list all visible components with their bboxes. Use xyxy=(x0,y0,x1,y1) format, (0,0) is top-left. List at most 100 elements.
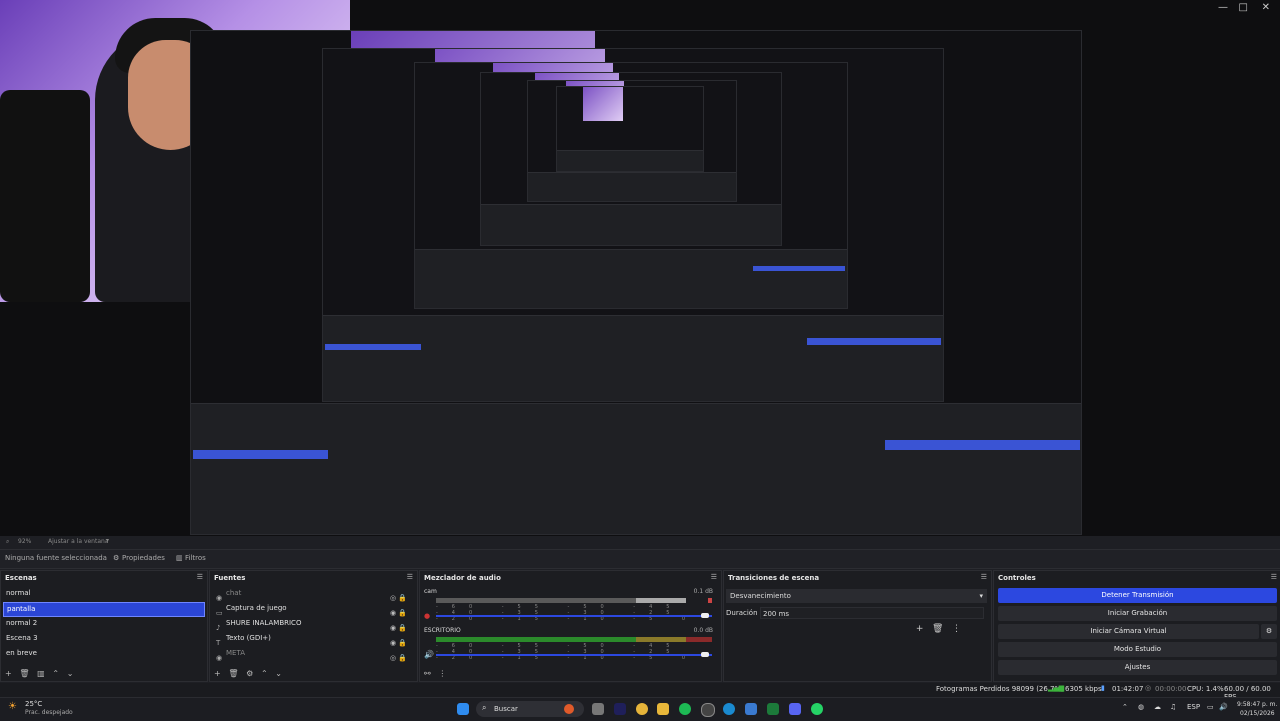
add-icon[interactable]: + xyxy=(916,624,924,634)
volume-knob[interactable] xyxy=(701,613,709,618)
chevron-down-icon[interactable]: ⌄ xyxy=(67,669,74,678)
zoom-level[interactable]: 92% xyxy=(18,538,31,545)
window-minimize-icon[interactable]: — xyxy=(1218,2,1228,13)
chevron-down-icon[interactable]: ▾ xyxy=(106,537,109,544)
store-icon[interactable] xyxy=(745,703,757,715)
chevron-up-icon[interactable]: ⌃ xyxy=(52,669,59,678)
dock-menu-icon[interactable]: ☰ xyxy=(1271,573,1277,581)
premiere-icon[interactable] xyxy=(614,703,626,715)
scenes-dock: Escenas ☰ normal pantalla normal 2 Escen… xyxy=(0,570,208,682)
properties-bar: Ninguna fuente seleccionada ⚙ Propiedade… xyxy=(0,549,1280,569)
duration-field[interactable]: 200 ms xyxy=(760,607,984,619)
sources-title: Fuentes xyxy=(214,574,246,582)
source-item[interactable]: Captura de juego xyxy=(212,602,415,615)
tray-app-icon[interactable]: ◍ xyxy=(1138,703,1144,711)
dock-menu-icon[interactable]: ☰ xyxy=(407,573,413,581)
windows-start-icon[interactable] xyxy=(457,703,469,715)
scene-item[interactable]: normal 2 xyxy=(3,617,205,630)
nested-dock xyxy=(557,150,703,171)
more-icon[interactable]: ⋮ xyxy=(438,669,446,678)
link-icon[interactable]: ⚯ xyxy=(424,669,431,678)
mic-icon[interactable]: ♫ xyxy=(1170,703,1176,711)
transitions-dock: Transiciones de escena ☰ Desvanecimiento… xyxy=(723,570,992,682)
gear-icon[interactable]: ⚙ xyxy=(246,669,253,678)
scene-item[interactable]: normal xyxy=(3,587,205,600)
stop-stream-button[interactable]: Detener Transmisión xyxy=(998,588,1277,603)
window-maximize-icon[interactable]: □ xyxy=(1239,2,1248,13)
nested-button xyxy=(885,440,1080,450)
obs-icon[interactable] xyxy=(701,703,715,717)
nested-dock xyxy=(323,315,943,401)
fit-window-dropdown[interactable]: Ajustar a la ventana xyxy=(48,538,109,545)
weather-desc[interactable]: Prac. despejado xyxy=(25,709,73,716)
chevron-up-icon[interactable]: ⌃ xyxy=(1122,703,1128,711)
volume-knob[interactable] xyxy=(701,652,709,657)
scene-item[interactable]: Escena 3 xyxy=(3,632,205,645)
trash-icon[interactable]: 🗑 xyxy=(932,624,943,634)
scenes-title: Escenas xyxy=(5,574,37,582)
transition-toolbar: + 🗑 ⋮ xyxy=(916,624,961,634)
filter-icon[interactable]: ▥ xyxy=(37,669,45,678)
weather-icon[interactable]: ☀ xyxy=(8,701,17,712)
clock-date[interactable]: 02/15/2026 xyxy=(1240,710,1275,717)
discord-icon[interactable] xyxy=(789,703,801,715)
properties-button[interactable]: Propiedades xyxy=(122,554,165,562)
chrome-icon[interactable] xyxy=(636,703,648,715)
studio-mode-button[interactable]: Modo Estudio xyxy=(998,642,1277,657)
source-item[interactable]: chat xyxy=(212,587,415,600)
weather-temp[interactable]: 25°C xyxy=(25,700,42,708)
no-source-label: Ninguna fuente seleccionada xyxy=(5,554,107,562)
volume-slider[interactable] xyxy=(436,654,712,656)
start-virtual-cam-button[interactable]: Iniciar Cámara Virtual xyxy=(998,624,1259,639)
filters-button[interactable]: Filtros xyxy=(185,554,206,562)
clock-time[interactable]: 9:58:47 p. m. xyxy=(1237,701,1277,708)
terminal-icon[interactable] xyxy=(767,703,779,715)
nested-dock xyxy=(191,403,1081,534)
transition-select[interactable]: Desvanecimiento ▾ xyxy=(726,589,987,603)
search-box[interactable]: ⌕ Buscar xyxy=(476,701,584,717)
file-explorer-icon[interactable] xyxy=(657,703,669,715)
source-item[interactable]: Texto (GDI+) xyxy=(212,632,415,645)
dock-menu-icon[interactable]: ☰ xyxy=(711,573,717,581)
start-recording-button[interactable]: Iniciar Grabación xyxy=(998,606,1277,621)
zoom-icon: ⌕ xyxy=(6,538,10,545)
spotify-icon[interactable] xyxy=(679,703,691,715)
gear-icon[interactable]: ⚙ xyxy=(1261,624,1277,639)
status-bar: Fotogramas Perdidos 98099 (26.7%) ▂▄▆ 63… xyxy=(0,683,1280,701)
preview-zoom-bar: ⌕ 92% Ajustar a la ventana ▾ xyxy=(0,536,1280,546)
chevron-up-icon[interactable]: ⌃ xyxy=(261,669,268,678)
nested-selected-scene xyxy=(325,344,421,350)
audio-mixer-dock: Mezclador de audio ☰ cam 0.1 dB -60 -55 … xyxy=(419,570,722,682)
muted-speaker-icon[interactable]: ● xyxy=(424,612,430,620)
window-close-icon[interactable]: ✕ xyxy=(1262,2,1270,13)
more-icon[interactable]: ⋮ xyxy=(952,624,961,634)
scene-item-selected[interactable]: pantalla xyxy=(3,602,205,617)
mixer-title: Mezclador de audio xyxy=(424,574,501,582)
trash-icon[interactable]: 🗑 xyxy=(19,669,29,678)
task-view-icon[interactable] xyxy=(592,703,604,715)
cloud-icon[interactable]: ☁ xyxy=(1154,703,1161,711)
language-indicator[interactable]: ESP xyxy=(1187,703,1200,711)
volume-slider[interactable] xyxy=(436,615,712,617)
signal-icon: ▂▄▆ xyxy=(1048,684,1065,692)
settings-button[interactable]: Ajustes xyxy=(998,660,1277,675)
source-item[interactable]: META xyxy=(212,647,415,660)
network-icon[interactable]: ▭ xyxy=(1207,703,1214,711)
chevron-down-icon[interactable]: ⌄ xyxy=(275,669,282,678)
source-item[interactable]: SHURE INALAMBRICO xyxy=(212,617,415,630)
dock-menu-icon[interactable]: ☰ xyxy=(981,573,987,581)
edge-icon[interactable] xyxy=(723,703,735,715)
stream-preview[interactable]: — □ ✕ xyxy=(0,0,1280,536)
trash-icon[interactable]: 🗑 xyxy=(228,669,238,678)
nested-cam xyxy=(583,87,623,121)
scene-item[interactable]: en breve xyxy=(3,647,205,660)
channel-name: cam xyxy=(424,588,437,595)
add-icon[interactable]: + xyxy=(214,669,221,678)
visibility-lock-icons[interactable]: ◎ 🔒 ◉ 🔒 ◉ 🔒 ◉ 🔒 ◎ 🔒 xyxy=(390,591,407,666)
whatsapp-icon[interactable] xyxy=(811,703,823,715)
dock-menu-icon[interactable]: ☰ xyxy=(197,573,203,581)
nested-button xyxy=(753,266,845,271)
volume-icon[interactable]: 🔊 xyxy=(1219,703,1228,711)
add-icon[interactable]: + xyxy=(5,669,12,678)
speaker-icon[interactable]: 🔊 xyxy=(424,650,434,659)
